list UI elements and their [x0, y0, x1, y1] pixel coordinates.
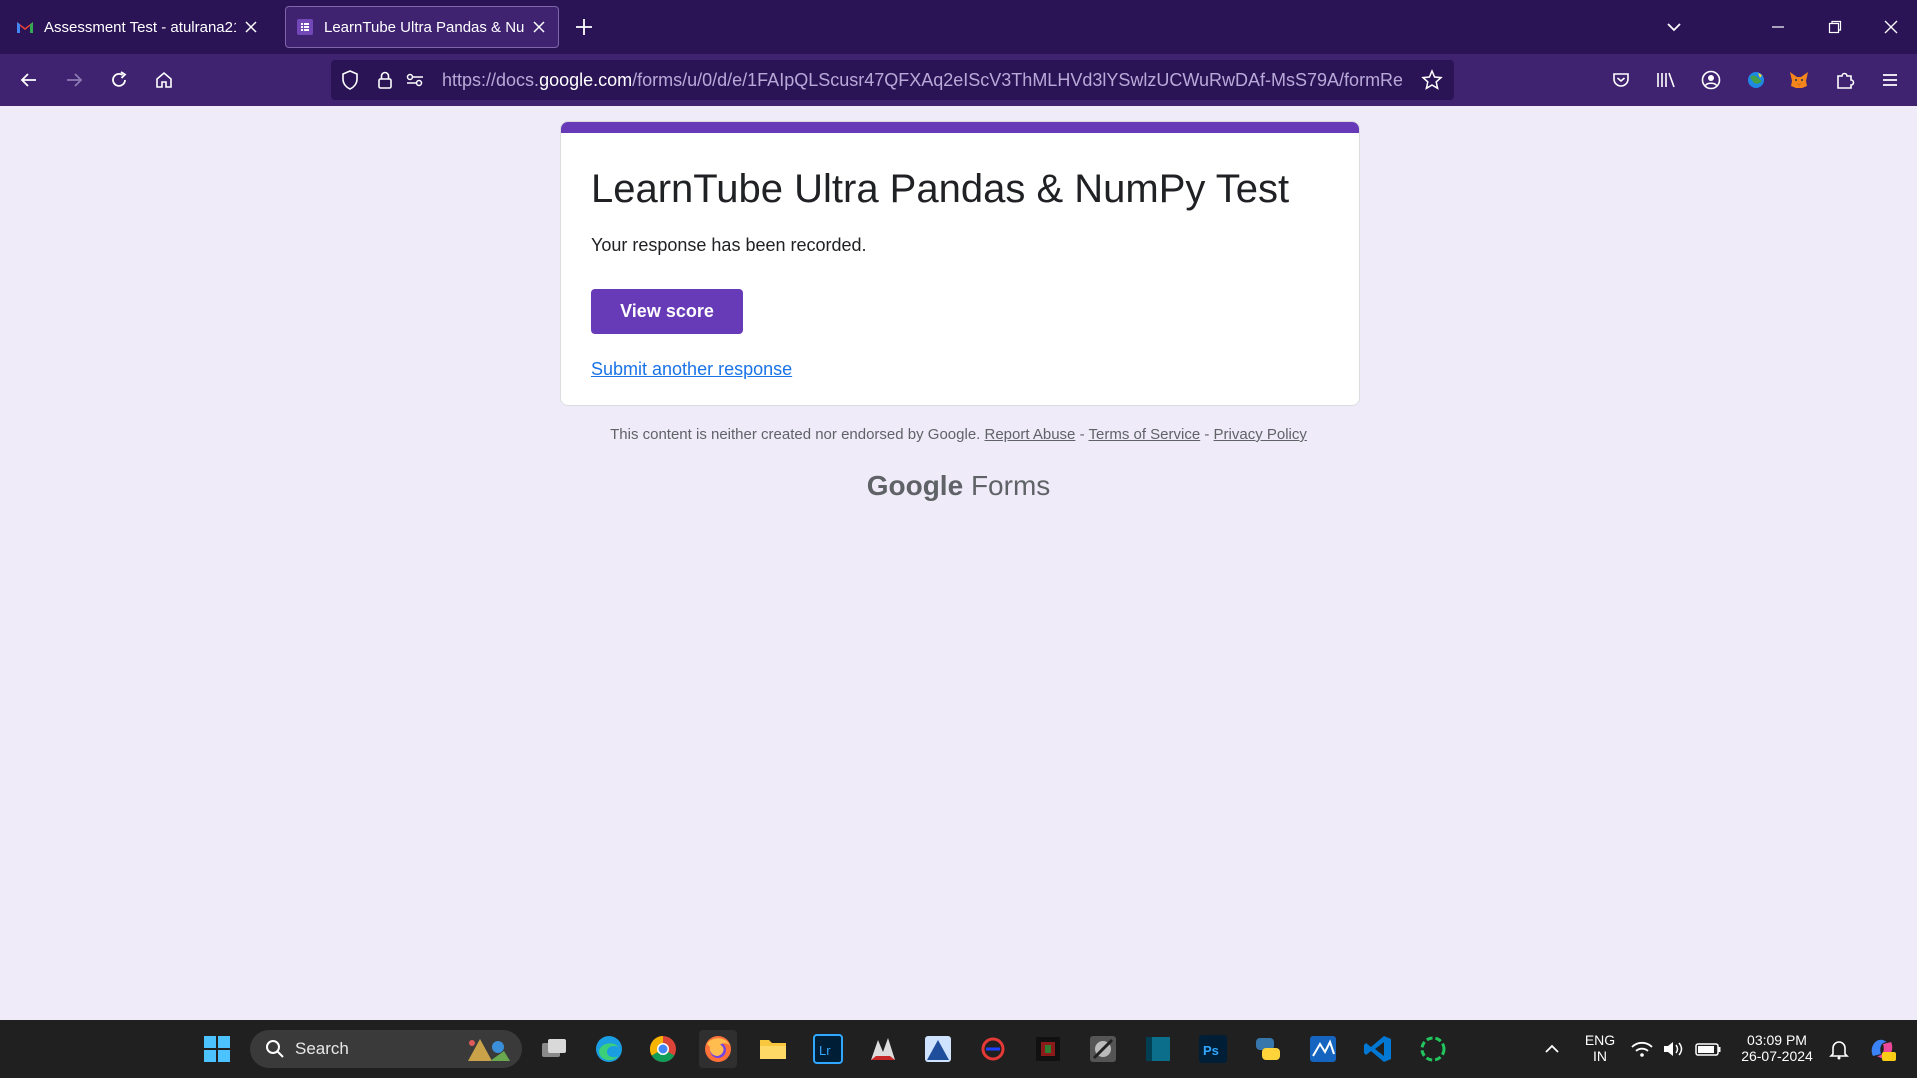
system-tray-status[interactable] [1628, 1030, 1728, 1068]
url-domain: google.com [539, 70, 633, 90]
shield-icon[interactable] [339, 69, 361, 91]
volume-icon [1664, 1042, 1683, 1056]
close-window-button[interactable] [1878, 14, 1904, 40]
reload-button[interactable] [106, 67, 132, 93]
python-icon[interactable] [1249, 1030, 1287, 1068]
tab-title: Assessment Test - atulrana219@ [44, 18, 236, 36]
back-button[interactable] [16, 67, 42, 93]
clock-date: 26-07-2024 [1741, 1048, 1813, 1064]
metamask-fox-icon[interactable] [1786, 67, 1812, 93]
vscode-icon[interactable] [1359, 1030, 1397, 1068]
form-confirmation-card: LearnTube Ultra Pandas & NumPy Test Your… [560, 121, 1360, 406]
search-highlight-icon [468, 1039, 510, 1061]
language-indicator[interactable]: ENG IN [1580, 1032, 1620, 1064]
library-icon[interactable] [1653, 67, 1679, 93]
battery-icon [1695, 1043, 1721, 1056]
task-view-icon[interactable] [535, 1030, 573, 1068]
submit-another-response-link[interactable]: Submit another response [591, 359, 792, 380]
windows-taskbar: Search Lr Ps ENG IN 03:09 PM 26-07-2024 [0, 1020, 1917, 1078]
extension-globe-icon[interactable] [1743, 67, 1769, 93]
browser-tab-strip: Assessment Test - atulrana219@ LearnTube… [0, 0, 1917, 54]
file-explorer-icon[interactable] [754, 1030, 792, 1068]
forward-button[interactable] [61, 67, 87, 93]
restore-button[interactable] [1822, 14, 1848, 40]
clock[interactable]: 03:09 PM 26-07-2024 [1737, 1032, 1817, 1064]
browser-toolbar: https://docs.google.com/forms/u/0/d/e/1F… [0, 54, 1917, 106]
app-icon[interactable] [1304, 1030, 1342, 1068]
chrome-icon[interactable] [644, 1030, 682, 1068]
app-icon[interactable] [919, 1030, 957, 1068]
svg-text:Lr: Lr [819, 1043, 831, 1058]
address-bar[interactable]: https://docs.google.com/forms/u/0/d/e/1F… [331, 60, 1454, 100]
url-path: /forms/u/0/d/e/1FAIpQLScusr47QFXAq2eIScV… [632, 70, 1402, 90]
close-icon[interactable] [530, 18, 548, 36]
view-score-button[interactable]: View score [591, 289, 743, 334]
report-abuse-link[interactable]: Report Abuse [985, 426, 1076, 443]
app-icon[interactable] [1084, 1030, 1122, 1068]
clock-time: 03:09 PM [1747, 1032, 1807, 1048]
forms-wordmark: Forms [970, 470, 1051, 501]
tab-assessment-test[interactable]: Assessment Test - atulrana219@ [6, 6, 270, 48]
home-button[interactable] [151, 67, 177, 93]
app-icon[interactable] [1139, 1030, 1177, 1068]
tab-learntube-test[interactable]: LearnTube Ultra Pandas & NumPy Test [285, 6, 559, 48]
search-icon [266, 1040, 284, 1058]
gmail-icon [17, 22, 33, 33]
new-tab-button[interactable] [573, 16, 595, 38]
privacy-policy-link[interactable]: Privacy Policy [1214, 426, 1307, 443]
disclaimer: This content is neither created nor endo… [0, 426, 1917, 443]
confirmation-message: Your response has been recorded. [591, 235, 867, 255]
lightroom-icon[interactable]: Lr [809, 1030, 847, 1068]
account-icon[interactable] [1698, 67, 1724, 93]
page-content: LearnTube Ultra Pandas & NumPy Test Your… [0, 106, 1917, 1020]
google-forms-icon [297, 19, 313, 35]
pocket-icon[interactable] [1608, 67, 1634, 93]
copilot-icon[interactable] [1863, 1030, 1901, 1068]
app-icon[interactable] [974, 1030, 1012, 1068]
close-icon[interactable] [242, 18, 260, 36]
url-prefix: https://docs. [442, 70, 540, 90]
terms-of-service-link[interactable]: Terms of Service [1088, 426, 1200, 443]
photoshop-icon[interactable]: Ps [1194, 1030, 1232, 1068]
star-icon[interactable] [1421, 69, 1443, 91]
form-title: LearnTube Ultra Pandas & NumPy Test [591, 167, 1290, 211]
extensions-puzzle-icon[interactable] [1832, 67, 1858, 93]
notification-icon[interactable] [1820, 1030, 1858, 1068]
app-icon[interactable] [864, 1030, 902, 1068]
url-text[interactable]: https://docs.google.com/forms/u/0/d/e/1F… [442, 70, 1402, 91]
windows-start-icon[interactable] [198, 1030, 236, 1068]
region-code: IN [1593, 1048, 1607, 1064]
separator: - [1079, 426, 1085, 443]
language-code: ENG [1584, 1032, 1616, 1048]
search-label: Search [295, 1039, 349, 1058]
edge-icon[interactable] [590, 1030, 628, 1068]
svg-text:Ps: Ps [1203, 1043, 1219, 1058]
chevron-up-icon[interactable] [1533, 1030, 1571, 1068]
minimize-button[interactable] [1765, 14, 1791, 40]
google-forms-logo[interactable]: Google Forms [0, 470, 1917, 502]
list-all-tabs-button[interactable] [1661, 14, 1687, 40]
tab-title: LearnTube Ultra Pandas & NumPy Test [324, 18, 524, 36]
permissions-icon[interactable] [404, 69, 426, 91]
google-wordmark: Google [866, 470, 964, 501]
form-accent-bar [561, 122, 1359, 133]
app-icon[interactable] [1029, 1030, 1067, 1068]
lock-icon[interactable] [374, 69, 396, 91]
app-icon[interactable] [1414, 1030, 1452, 1068]
taskbar-search[interactable]: Search [250, 1030, 522, 1068]
wifi-icon [1631, 1041, 1653, 1057]
disclaimer-text: This content is neither created nor endo… [610, 426, 981, 443]
menu-hamburger-icon[interactable] [1877, 67, 1903, 93]
separator: - [1204, 426, 1210, 443]
firefox-icon[interactable] [699, 1030, 737, 1068]
